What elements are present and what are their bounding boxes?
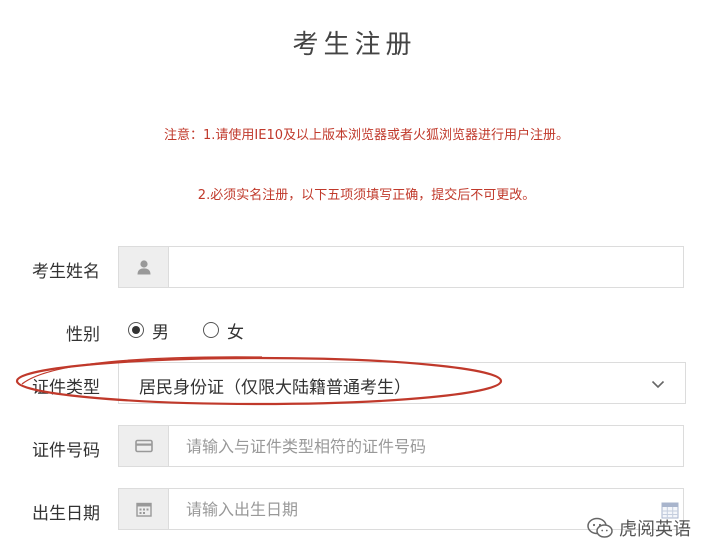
- name-label: 考生姓名: [32, 262, 100, 282]
- wechat-icon: [587, 517, 613, 538]
- id-number-field: [118, 425, 684, 467]
- user-icon: [137, 260, 151, 275]
- id-number-label: 证件号码: [32, 441, 100, 461]
- id-number-input[interactable]: [169, 426, 683, 466]
- gender-radio-group: 男 女: [128, 318, 278, 343]
- gender-option-label: 男: [152, 322, 169, 343]
- id-number-addon: [119, 426, 169, 466]
- notice-line-2: 2.必须实名注册，以下五项须填写正确，提交后不可更改。: [197, 188, 536, 203]
- gender-label: 性别: [66, 325, 100, 345]
- radio-checked-icon[interactable]: [128, 322, 144, 338]
- name-addon: [119, 247, 169, 287]
- gender-option-male[interactable]: 男: [128, 318, 169, 343]
- id-type-select[interactable]: 居民身份证（仅限大陆籍普通考生）: [118, 362, 686, 404]
- notice-line-1: 注意：1.请使用IE10及以上版本浏览器或者火狐浏览器进行用户注册。: [164, 128, 569, 143]
- page-title: 考生注册: [292, 30, 417, 60]
- watermark-text: 虎阅英语: [619, 519, 691, 540]
- name-input[interactable]: [169, 247, 683, 287]
- id-type-label: 证件类型: [32, 378, 100, 398]
- name-field: [118, 246, 684, 288]
- id-card-icon: [135, 439, 153, 453]
- gender-option-label: 女: [227, 322, 244, 343]
- calendar-icon: [136, 502, 152, 517]
- watermark: 虎阅英语: [587, 515, 691, 541]
- chevron-down-icon: [651, 380, 665, 389]
- gender-option-female[interactable]: 女: [203, 318, 244, 343]
- birth-date-addon: [119, 489, 169, 529]
- radio-unchecked-icon[interactable]: [203, 322, 219, 338]
- birth-date-label: 出生日期: [32, 504, 100, 524]
- id-type-selected-value: 居民身份证（仅限大陆籍普通考生）: [139, 378, 411, 398]
